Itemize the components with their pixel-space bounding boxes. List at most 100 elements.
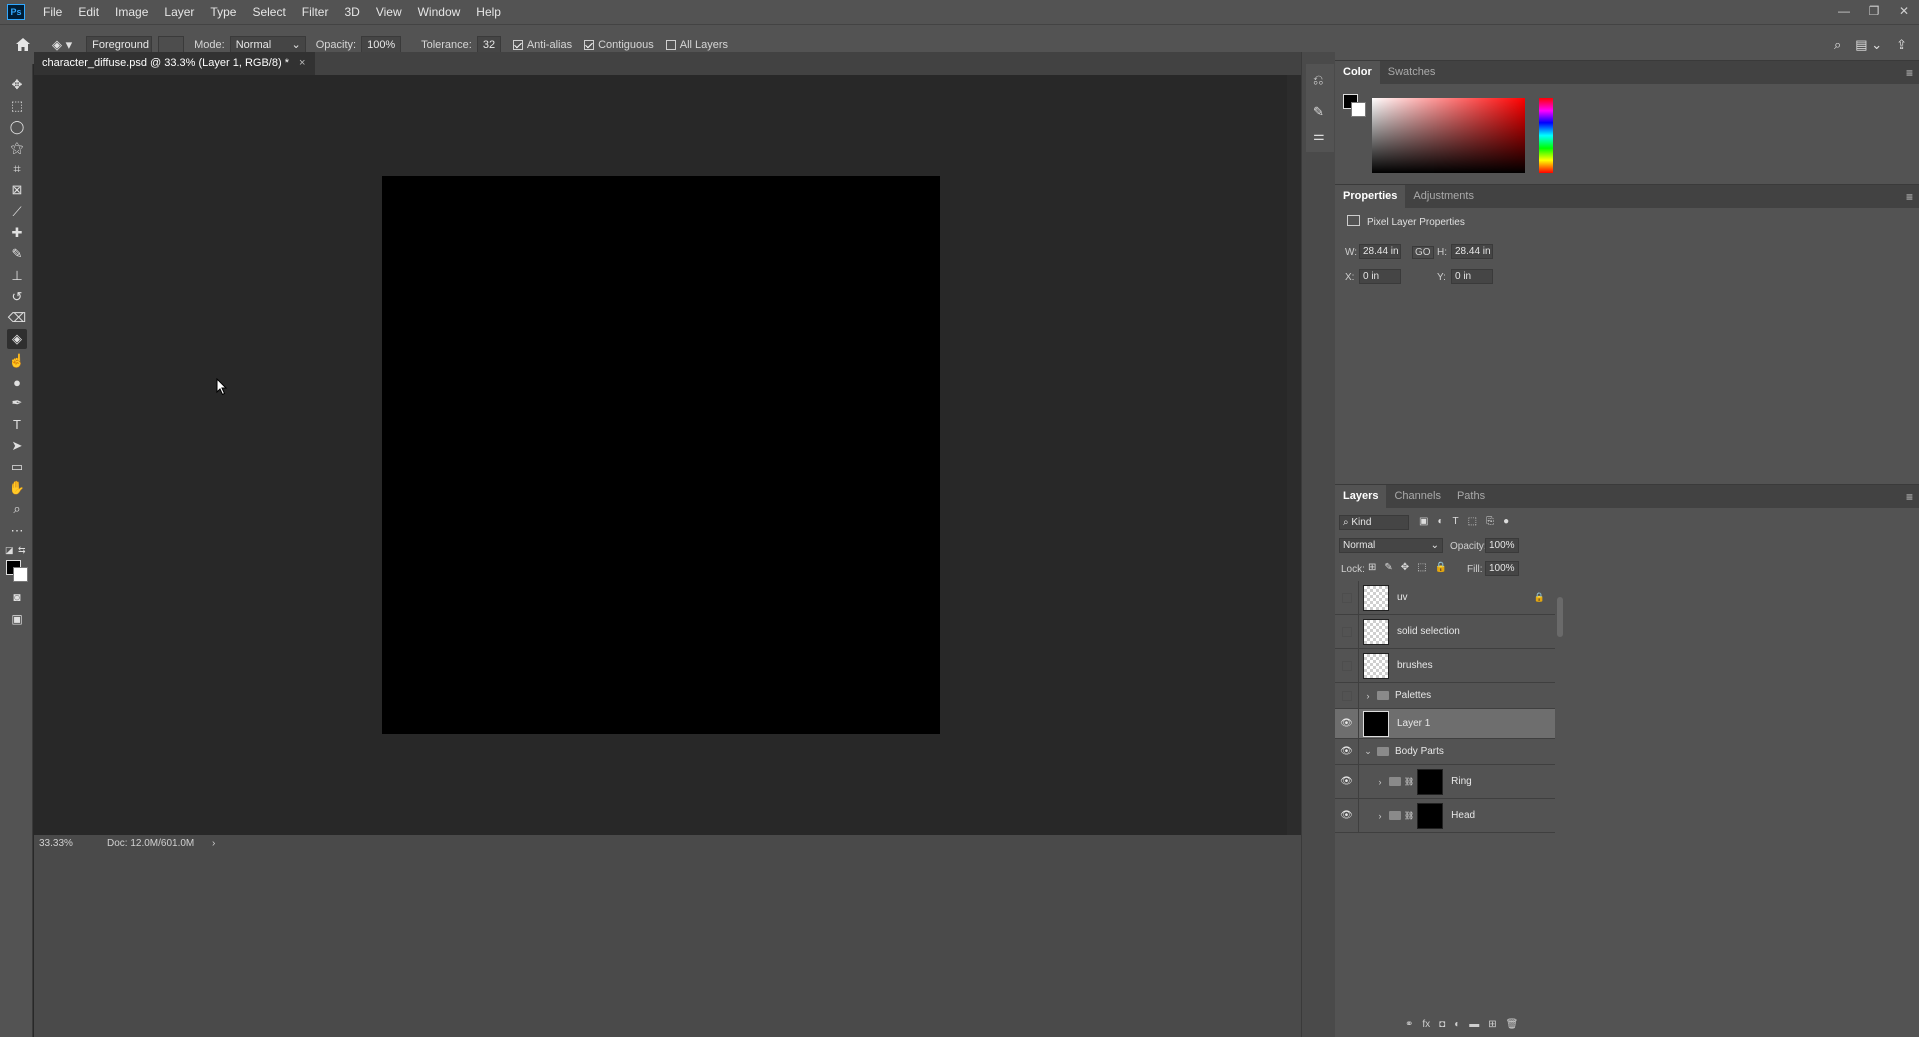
fill-source-select[interactable]: Foreground ⌄ [86,35,153,67]
layer-row-palettes[interactable]: › Palettes [1335,683,1555,709]
canvas-workspace[interactable] [34,75,1287,835]
filter-shape-icon[interactable]: ⬚ [1468,516,1477,527]
chevron-down-icon[interactable]: ⌄ [1363,746,1373,757]
share-icon[interactable]: ⇪ [1896,37,1907,53]
eraser-tool-icon[interactable]: ⌫ [7,308,27,328]
layer-row-head[interactable]: 👁 › ⛓ Head [1335,799,1555,833]
healing-brush-tool-icon[interactable]: ✚ [7,223,27,243]
delete-layer-icon[interactable]: 🗑 [1506,1019,1519,1030]
lock-artboard-icon[interactable]: ⬚ [1417,562,1426,573]
height-input[interactable]: 28.44 in [1451,244,1493,259]
search-icon[interactable]: ⌕ [1834,37,1841,53]
blend-mode-select[interactable]: Normal ⌄ [1339,538,1443,553]
visibility-toggle[interactable]: 👁 [1335,709,1359,738]
screen-mode-icon[interactable]: ▣ [7,609,27,629]
tab-swatches[interactable]: Swatches [1380,61,1444,84]
menu-view[interactable]: View [368,0,410,24]
panel-menu-icon[interactable]: ≡ [1906,190,1913,204]
layer-row-brushes[interactable]: brushes [1335,649,1555,683]
width-input[interactable]: 28.44 in [1359,244,1401,259]
opacity-input[interactable]: 100% ⌄ [361,35,412,67]
brush-settings-icon[interactable]: ✎ [1313,104,1324,120]
canvas-scrollbar[interactable] [1287,75,1301,835]
filter-smart-object-icon[interactable]: ⎘ [1486,516,1494,527]
link-layers-icon[interactable]: ⚭ [1405,1019,1413,1030]
document-tab[interactable]: character_diffuse.psd @ 33.3% (Layer 1, … [34,52,316,75]
rectangle-tool-icon[interactable]: ▭ [7,457,27,477]
add-mask-icon[interactable]: ◘ [1439,1019,1445,1030]
dodge-tool-icon[interactable]: ● [7,372,27,392]
lock-pixels-icon[interactable]: ✎ [1384,562,1392,573]
layer-row-solid-selection[interactable]: solid selection [1335,615,1555,649]
menu-3d[interactable]: 3D [336,0,367,24]
marquee-tool-icon[interactable]: ⬚ [7,96,27,116]
menu-help[interactable]: Help [468,0,509,24]
new-layer-icon[interactable]: ⊞ [1488,1019,1496,1030]
chevron-right-icon[interactable]: › [1375,777,1385,787]
close-icon[interactable]: ✕ [1889,0,1919,24]
color-background-swatch[interactable] [1351,102,1366,117]
clone-stamp-tool-icon[interactable]: ⊥ [7,266,27,286]
layer-opacity-input[interactable]: 100% [1485,538,1519,553]
tolerance-input[interactable]: 32 [476,35,501,54]
menu-filter[interactable]: Filter [294,0,337,24]
restore-icon[interactable]: ❐ [1859,0,1889,24]
tab-layers[interactable]: Layers [1335,485,1387,508]
filter-type-icon[interactable]: T [1453,516,1459,527]
layer-row-ring[interactable]: 👁 › ⛓ Ring [1335,765,1555,799]
tab-channels[interactable]: Channels [1386,485,1448,508]
layer-row-body-parts[interactable]: 👁 ⌄ Body Parts [1335,739,1555,765]
eyedropper-tool-icon[interactable]: ⟋ [7,202,27,222]
menu-layer[interactable]: Layer [156,0,202,24]
lock-all-icon[interactable]: 🔒 [1435,562,1447,573]
frame-tool-icon[interactable]: ⊠ [7,180,27,200]
paint-bucket-tool-icon[interactable]: ◈ [7,329,27,349]
background-color-swatch[interactable] [13,567,28,582]
x-input[interactable]: 0 in [1359,269,1401,284]
menu-edit[interactable]: Edit [70,0,107,24]
history-icon[interactable]: ⎌ [1313,72,1323,88]
history-brush-tool-icon[interactable]: ↺ [7,287,27,307]
close-tab-icon[interactable]: × [299,52,305,75]
layer-filter-select[interactable]: ⌕ Kind [1339,515,1409,530]
tab-paths[interactable]: Paths [1449,485,1493,508]
zoom-level[interactable]: 33.33% [39,838,99,849]
fx-icon[interactable]: fx [1422,1019,1430,1030]
crop-tool-icon[interactable]: ⌗ [7,159,27,179]
link-dimensions-icon[interactable]: GO [1412,246,1434,259]
tab-adjustments[interactable]: Adjustments [1405,185,1482,208]
lock-position-icon[interactable]: ✥ [1401,562,1409,573]
panel-menu-icon[interactable]: ≡ [1906,66,1913,80]
new-group-icon[interactable]: ▬ [1469,1019,1479,1030]
visibility-toggle[interactable]: 👁 [1335,799,1359,832]
brush-tool-icon[interactable]: ✎ [7,244,27,264]
chevron-right-icon[interactable]: › [1375,811,1385,821]
layers-scrollbar[interactable] [1557,585,1565,825]
hue-slider[interactable] [1539,98,1553,173]
filter-adjustment-icon[interactable]: ◐ [1437,516,1443,527]
contiguous-checkbox[interactable] [584,39,595,50]
default-colors-icon[interactable]: ◪ [5,545,14,556]
workspace-icon[interactable]: ▤ ⌄ [1855,37,1882,53]
visibility-toggle[interactable] [1335,581,1359,614]
menu-file[interactable]: File [35,0,70,24]
pattern-picker[interactable] [158,35,185,54]
filter-toggle-icon[interactable]: ● [1503,516,1509,527]
hand-tool-icon[interactable]: ✋ [7,478,27,498]
path-selection-tool-icon[interactable]: ➤ [7,436,27,456]
home-icon[interactable] [12,37,34,52]
anti-alias-checkbox[interactable] [512,39,523,50]
y-input[interactable]: 0 in [1451,269,1493,284]
menu-window[interactable]: Window [410,0,469,24]
saturation-brightness-field[interactable] [1372,98,1525,173]
lock-transparent-icon[interactable]: ⊞ [1368,562,1376,573]
visibility-toggle[interactable] [1335,649,1359,682]
visibility-toggle[interactable] [1335,683,1359,708]
layer-row-layer-1[interactable]: 👁 Layer 1 [1335,709,1555,739]
visibility-toggle[interactable]: 👁 [1335,739,1359,764]
move-tool-icon[interactable]: ✥ [7,75,27,95]
minimize-icon[interactable]: — [1829,0,1859,24]
panel-menu-icon[interactable]: ≡ [1906,490,1913,504]
tab-color[interactable]: Color [1335,61,1380,84]
more-tools-icon[interactable]: ⋯ [7,521,27,541]
